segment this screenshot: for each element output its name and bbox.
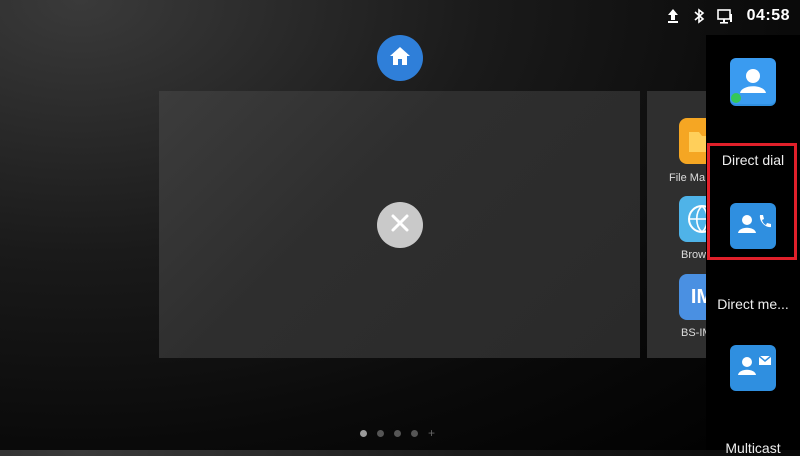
direct-dial-button[interactable] [730,203,776,249]
direct-message-button[interactable] [730,345,776,391]
network-icon [716,8,733,24]
upload-icon [665,8,681,24]
dock-label-multicast: Multicast [725,440,781,456]
direct-message-icon [730,343,776,394]
app-label: File Ma [669,172,706,184]
recent-app-card[interactable] [159,91,640,358]
dock-label-direct-message: Direct me... [717,296,789,312]
page-dot[interactable] [360,430,367,437]
home-button[interactable] [377,35,423,81]
home-icon [388,45,412,72]
close-icon [390,213,410,238]
add-page-icon[interactable]: + [428,427,435,439]
dock-label-direct-dial: Direct dial [721,152,785,168]
app-label: Brow [681,249,707,261]
direct-dial-icon [730,201,776,252]
page-dot[interactable] [394,430,401,437]
page-dot[interactable] [377,430,384,437]
page-indicator: + [360,427,435,439]
right-dock: Direct dial Direct me... Multicast [706,35,800,456]
bluetooth-icon [691,8,707,24]
contacts-icon [730,57,776,109]
status-bar: 04:58 [500,0,800,32]
status-clock: 04:58 [746,7,790,24]
page-dot[interactable] [411,430,418,437]
close-app-button[interactable] [377,202,423,248]
contacts-button[interactable] [730,57,776,109]
